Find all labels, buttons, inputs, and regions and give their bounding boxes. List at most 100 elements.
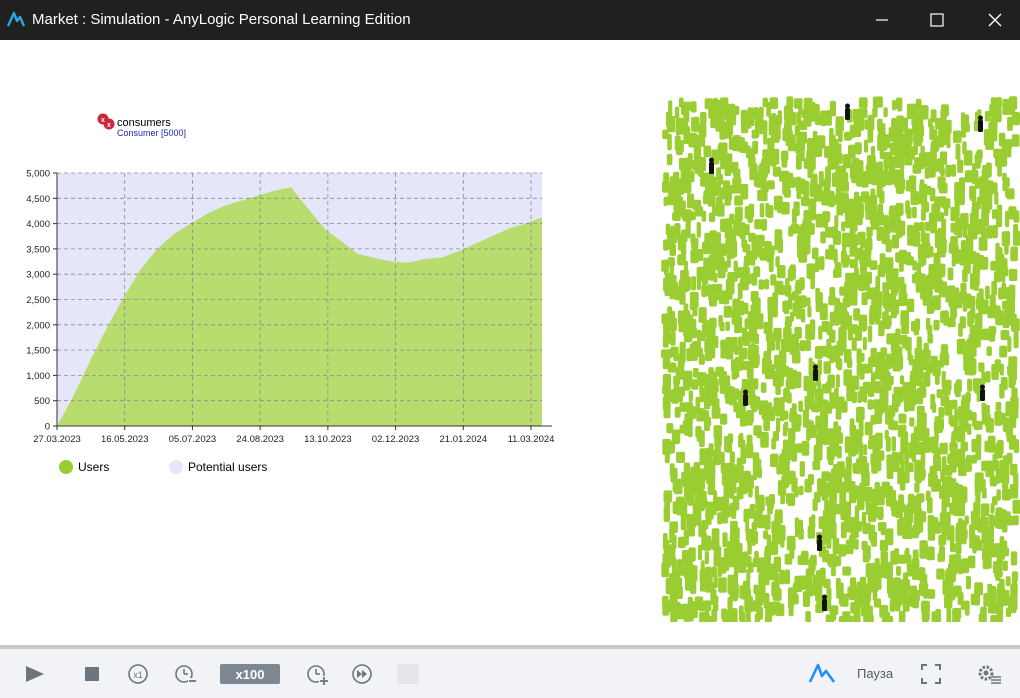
agent-shape [763,561,769,579]
agent-shape [818,171,824,187]
agent-shape [904,128,913,144]
agent-shape [687,527,695,537]
agent-shape [973,501,981,516]
placeholder-button[interactable] [397,664,419,684]
agent-shape [795,154,802,170]
agent-shape [877,264,886,278]
agent-shape [679,343,685,356]
y-tick-label: 5,000 [26,169,50,180]
agent-shape [1013,439,1019,454]
agent-shape [679,424,688,434]
agent-shape [695,396,701,414]
agent-shape [866,155,876,169]
agent-shape [680,243,687,256]
agent-shape [950,164,957,177]
agent-shape [835,374,840,388]
agent-shape [821,321,830,333]
agent-shape [662,441,670,454]
anylogic-logo-button[interactable] [808,661,836,687]
agent-shape [830,468,837,481]
agent-shape [713,595,719,612]
agent-shape [797,555,807,565]
agent-shape [746,508,754,519]
agent-shape [860,316,867,332]
close-button[interactable] [966,0,1020,40]
agent-shape [902,523,911,539]
agent-shape [932,402,937,413]
agent-shape [933,319,940,331]
agent-shape [919,221,925,232]
agent-shape [885,315,892,327]
agent-shape [836,587,842,599]
agent-shape [849,259,858,269]
agent-shape [790,224,800,234]
agent-shape [904,505,910,517]
agent-shape [844,281,853,299]
agent-shape [857,110,862,128]
agent-shape [683,128,690,145]
agent-shape [680,166,687,182]
agent-shape [802,443,809,455]
agent-shape [859,386,865,402]
agent-shape [986,225,993,239]
agent-shape [943,352,950,366]
agent-shape [904,442,909,456]
agent-shape [946,133,951,149]
agent-shape [663,398,670,410]
agent-shape [953,132,961,142]
agent-shape [1005,210,1010,228]
agent-shape [759,118,764,135]
agent-shape [680,514,687,531]
agent-shape [881,134,891,149]
agent-shape [786,96,794,109]
agent-shape [985,536,994,552]
slow-down-button[interactable] [172,661,198,687]
agent-shape [902,146,910,159]
agent-shape [739,605,744,622]
agent-shape [879,365,884,382]
agent-shape [957,531,967,543]
agent-shape [898,494,905,510]
agent-shape [760,185,768,202]
agent-shape [781,152,788,168]
fast-forward-button[interactable] [350,661,374,687]
stop-button[interactable] [80,661,104,687]
agent-shape [979,187,986,204]
agent-shape [718,451,725,464]
agent-shape [717,512,722,525]
agent-shape [769,97,779,109]
run-button[interactable] [22,661,48,687]
fullscreen-button[interactable] [918,661,944,687]
agent-shape [956,502,965,517]
agent-shape [764,279,770,290]
agent-shape [674,106,680,119]
agent-shape [907,224,914,237]
agent-shape [995,260,1002,271]
maximize-button[interactable] [908,0,966,40]
agent-shape [942,382,951,396]
agent-shape [870,347,877,360]
agent-shape [717,557,727,568]
minimize-button[interactable] [853,0,911,40]
pause-status-label[interactable]: Пауза [857,666,893,681]
agent-shape [773,556,781,573]
agent-shape [842,241,847,257]
agent-shape [846,357,853,368]
speed-up-button[interactable] [304,661,330,687]
agent-shape [988,328,996,342]
agent-shape [836,143,842,153]
agent-shape [891,118,898,135]
realtime-x1-button[interactable]: x1 [126,661,150,687]
agent-shape [745,528,754,542]
agent-shape [777,238,783,253]
agent-shape [707,176,717,186]
agent-shape [1001,141,1007,152]
agent-shape [669,463,675,478]
agent-shape [972,542,977,554]
settings-button[interactable] [975,661,1003,687]
agent-shape [754,550,759,567]
agent-shape [878,161,883,178]
svg-text:x1: x1 [133,670,143,680]
legend-item-users: Users [59,460,109,474]
agent-shape [744,206,753,219]
